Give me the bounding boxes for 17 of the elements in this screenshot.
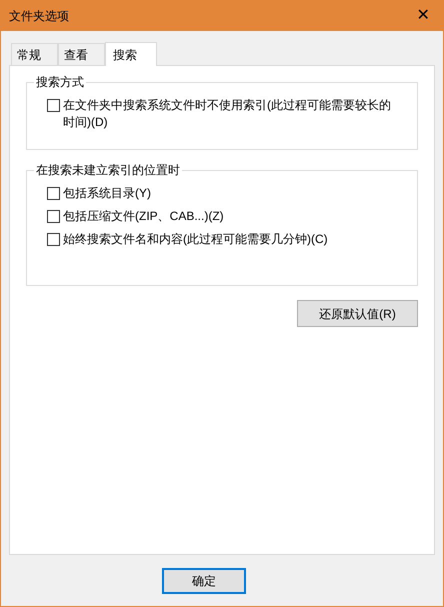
checkbox-label: 在文件夹中搜索系统文件时不使用索引(此过程可能需要较长的时间)(D) — [63, 97, 392, 131]
checkbox-label: 始终搜索文件名和内容(此过程可能需要几分钟)(C) — [63, 231, 328, 248]
checkbox[interactable] — [47, 187, 60, 200]
window-title: 文件夹选项 — [9, 8, 69, 25]
close-button[interactable]: ✕ — [403, 1, 443, 31]
tab[interactable]: 常规 — [11, 43, 58, 65]
checkbox[interactable] — [47, 210, 60, 223]
checkbox-label: 包括压缩文件(ZIP、CAB...)(Z) — [63, 208, 224, 225]
group-title: 在搜索未建立索引的位置时 — [34, 163, 182, 177]
checkbox-label: 包括系统目录(Y) — [63, 185, 151, 202]
checkbox[interactable] — [47, 233, 60, 246]
checkbox[interactable] — [47, 99, 60, 112]
group-title: 搜索方式 — [34, 75, 86, 89]
tab[interactable]: 搜索 — [105, 42, 157, 66]
restore-defaults-button[interactable]: 还原默认值(R) — [297, 300, 418, 327]
ok-button[interactable]: 确定 — [162, 568, 246, 594]
tab[interactable]: 查看 — [58, 43, 105, 65]
